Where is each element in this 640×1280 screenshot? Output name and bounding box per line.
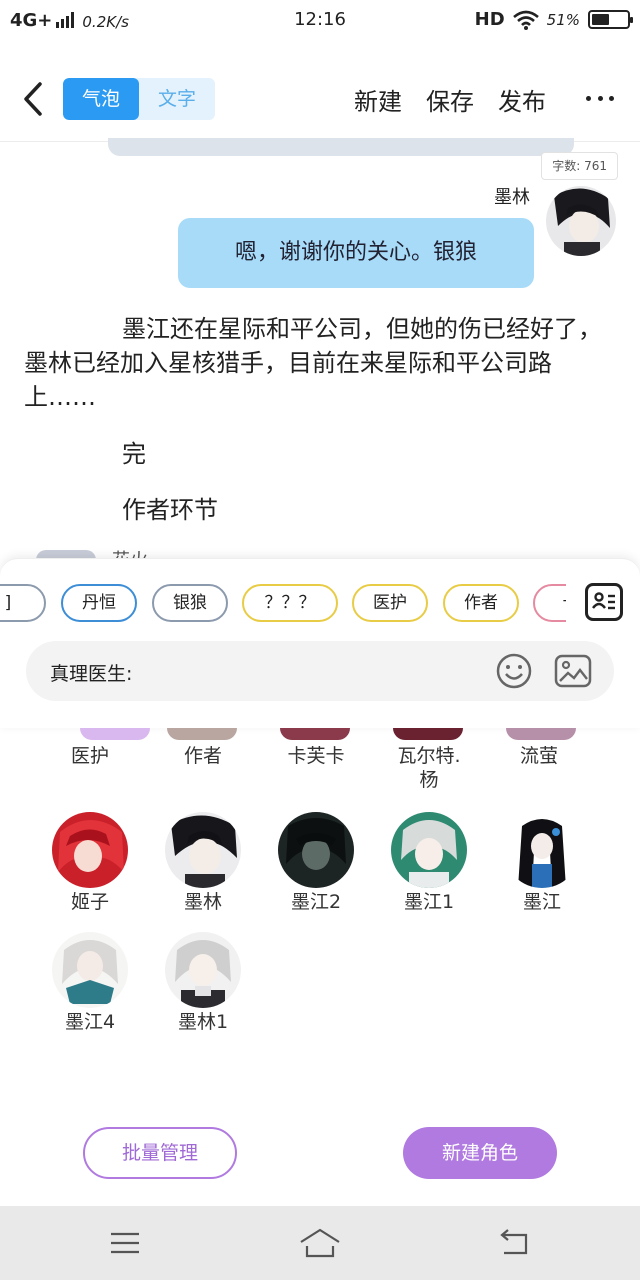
avatar: [52, 812, 128, 888]
character-name: 墨江2: [290, 891, 342, 913]
character-name[interactable]: 流萤: [484, 744, 594, 768]
role-list-icon[interactable]: [585, 583, 623, 621]
role-chip[interactable]: 作者: [443, 584, 519, 622]
role-chip[interactable]: 医护: [352, 584, 428, 622]
system-nav-bar: [0, 1206, 640, 1280]
status-right: HD 51%: [474, 9, 633, 30]
role-chip[interactable]: ]: [0, 584, 46, 622]
battery-percent: 51%: [546, 10, 580, 29]
narration-author-section[interactable]: 作者环节: [122, 490, 218, 525]
previous-bubble: [108, 138, 574, 156]
role-chip[interactable]: 丹恒: [61, 584, 137, 622]
role-chip-list: ] 丹恒 银狼 ？？？ 医护 作者 卡: [0, 584, 566, 624]
character-name: 墨林: [183, 891, 222, 913]
new-button[interactable]: 新建: [354, 82, 402, 117]
avatar: [504, 812, 580, 888]
avatar: [278, 812, 354, 888]
input-role-label: 真理医生:: [50, 663, 133, 685]
batch-manage-button[interactable]: 批量管理: [83, 1127, 237, 1179]
character-card[interactable]: 墨林: [153, 812, 253, 914]
narration-text[interactable]: 墨江还在星际和平公司，但她的伤已经好了，墨林已经加入星核猎手，目前在来星际和平公…: [24, 312, 616, 414]
character-name[interactable]: 卡芙卡: [261, 744, 371, 768]
character-card[interactable]: 墨江4: [40, 932, 140, 1034]
header-actions: 新建 保存 发布: [354, 82, 546, 117]
avatar-row-partial: [0, 728, 640, 742]
role-chip[interactable]: ？？？: [242, 584, 338, 622]
back-icon[interactable]: [498, 1226, 532, 1260]
top-bar: 气泡 文字 新建 保存 发布: [0, 58, 640, 142]
tab-text[interactable]: 文字: [139, 78, 215, 120]
character-name: 墨江: [522, 891, 561, 913]
publish-button[interactable]: 发布: [498, 82, 546, 117]
role-chip[interactable]: 卡: [533, 584, 566, 622]
tab-bubble[interactable]: 气泡: [63, 78, 139, 120]
mode-tabs: 气泡 文字: [63, 78, 215, 120]
character-card[interactable]: 墨江: [492, 812, 592, 914]
input-panel: ] 丹恒 银狼 ？？？ 医护 作者 卡 真理医生:: [0, 558, 640, 728]
emoji-icon[interactable]: [496, 653, 532, 689]
more-icon[interactable]: [586, 84, 614, 112]
avatar: [52, 932, 128, 1008]
message-sender: 墨林: [494, 187, 530, 208]
character-card[interactable]: 姬子: [40, 812, 140, 914]
character-card[interactable]: 墨江1: [379, 812, 479, 914]
role-chip[interactable]: 银狼: [152, 584, 228, 622]
character-card[interactable]: 墨林1: [153, 932, 253, 1034]
character-name: 墨江4: [64, 1011, 116, 1033]
message-sender: 花火: [112, 546, 148, 558]
hd-indicator: HD: [474, 9, 505, 30]
word-count-badge: 字数: 761: [541, 152, 618, 180]
back-arrow-icon[interactable]: [18, 80, 48, 118]
avatar[interactable]: [546, 186, 616, 256]
character-name[interactable]: 瓦尔特.杨: [374, 744, 484, 792]
character-name[interactable]: 作者: [148, 744, 258, 768]
image-icon[interactable]: [554, 653, 592, 689]
character-name: 墨江1: [403, 891, 455, 913]
avatar: [391, 812, 467, 888]
message-input[interactable]: 真理医生:: [26, 641, 614, 701]
character-name: 姬子: [70, 891, 109, 913]
chat-bubble[interactable]: 嗯，谢谢你的关心。银狼: [178, 218, 534, 288]
home-icon[interactable]: [298, 1226, 342, 1260]
narration-end[interactable]: 完: [122, 434, 146, 469]
avatar: [165, 932, 241, 1008]
battery-level: [592, 14, 609, 25]
status-bar: 4G+ 0.2K/s 12:16 HD 51%: [0, 0, 640, 44]
save-button[interactable]: 保存: [426, 82, 474, 117]
wifi-icon: [512, 10, 539, 30]
avatar: [165, 812, 241, 888]
new-role-button[interactable]: 新建角色: [403, 1127, 557, 1179]
character-card[interactable]: 墨江2: [266, 812, 366, 914]
menu-icon[interactable]: [108, 1226, 142, 1260]
battery-icon: [588, 10, 633, 29]
character-name[interactable]: 医护: [35, 744, 145, 768]
character-name: 墨林1: [177, 1011, 229, 1033]
